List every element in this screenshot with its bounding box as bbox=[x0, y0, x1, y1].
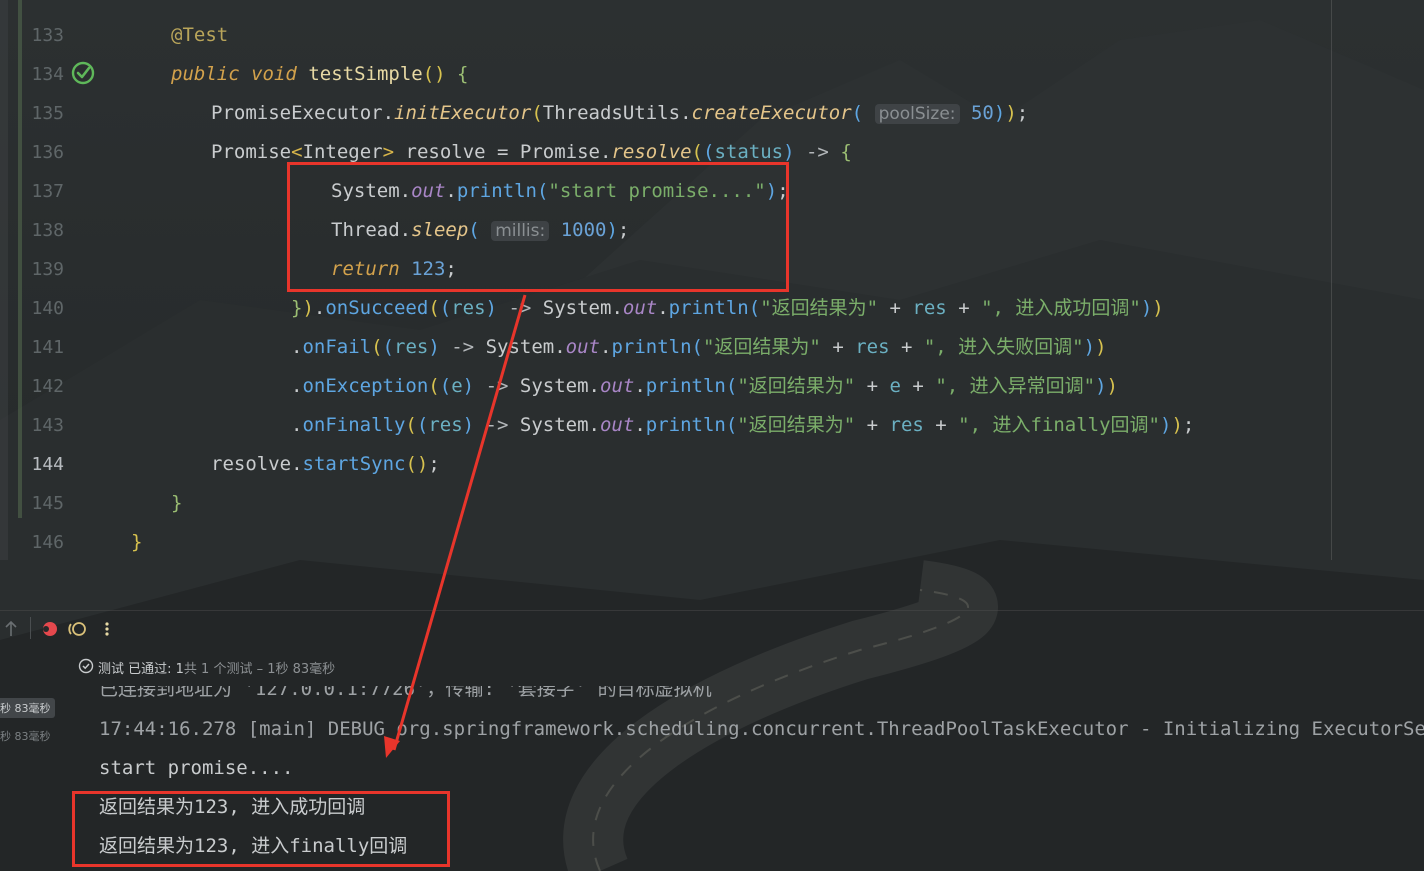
up-arrow-icon[interactable] bbox=[4, 617, 18, 641]
test-status-text: 测试 已通过: 1共 1 个测试 – 1秒 83毫秒 bbox=[98, 662, 336, 677]
console-line: 已连接到地址为 '127.0.0.1:7726'，传输: '套接字' 的目标虚拟… bbox=[99, 686, 712, 700]
code-line[interactable]: 146 } bbox=[0, 523, 1424, 562]
check-circle-icon bbox=[78, 658, 94, 674]
code-text: resolve.startSync(); bbox=[211, 453, 440, 475]
highlight-box-code bbox=[287, 162, 789, 292]
code-text: } bbox=[131, 531, 143, 553]
code-line[interactable]: 140 }).onSucceed((res) -> System.out.pri… bbox=[0, 289, 1424, 328]
test-status-bar: 测试 已通过: 1共 1 个测试 – 1秒 83毫秒 bbox=[0, 652, 1424, 682]
code-line[interactable]: 142 .onException((e) -> System.out.print… bbox=[0, 367, 1424, 406]
code-text: } bbox=[171, 492, 183, 514]
code-text: .onFinally((res) -> System.out.println("… bbox=[291, 414, 1195, 436]
line-number: 136 bbox=[31, 142, 64, 163]
code-text: }).onSucceed((res) -> System.out.println… bbox=[291, 297, 1164, 319]
code-text: .onFail((res) -> System.out.println("返回结… bbox=[291, 336, 1107, 358]
line-number: 133 bbox=[31, 25, 64, 46]
code-line[interactable]: 135 PromiseExecutor.initExecutor(Threads… bbox=[0, 94, 1424, 133]
line-number: 141 bbox=[31, 337, 64, 358]
annotation-token: @Test bbox=[171, 24, 229, 46]
code-line[interactable]: 141 .onFail((res) -> System.out.println(… bbox=[0, 328, 1424, 367]
param-hint: poolSize: bbox=[874, 104, 960, 124]
record-stop-icon[interactable] bbox=[40, 617, 60, 641]
code-line[interactable]: 133 @Test bbox=[0, 16, 1424, 55]
console-line: start promise.... bbox=[99, 757, 294, 779]
code-line-current[interactable]: 144 resolve.startSync(); bbox=[0, 445, 1424, 484]
test-passed-icon[interactable] bbox=[70, 60, 96, 86]
line-number: 140 bbox=[31, 298, 64, 319]
code-text: PromiseExecutor.initExecutor(ThreadsUtil… bbox=[211, 102, 1029, 124]
line-number: 139 bbox=[31, 259, 64, 280]
more-options-icon[interactable] bbox=[100, 617, 114, 641]
line-number: 144 bbox=[31, 454, 64, 475]
run-toolbar bbox=[0, 610, 1424, 647]
line-number: 135 bbox=[31, 103, 64, 124]
line-number: 142 bbox=[31, 376, 64, 397]
line-number: 134 bbox=[31, 64, 64, 85]
rerun-icon[interactable] bbox=[68, 617, 88, 641]
highlight-box-output bbox=[72, 791, 450, 867]
code-text: .onException((e) -> System.out.println("… bbox=[291, 375, 1118, 397]
line-number: 145 bbox=[31, 493, 64, 514]
line-number: 138 bbox=[31, 220, 64, 241]
toolbar-separator bbox=[30, 617, 31, 639]
line-number: 146 bbox=[31, 532, 64, 553]
code-line[interactable]: 143 .onFinally((res) -> System.out.print… bbox=[0, 406, 1424, 445]
line-number: 143 bbox=[31, 415, 64, 436]
code-text: public void testSimple() { bbox=[171, 63, 469, 85]
line-number: 137 bbox=[31, 181, 64, 202]
code-line[interactable]: 134 public void testSimple() { bbox=[0, 55, 1424, 94]
console-line: 17:44:16.278 [main] DEBUG org.springfram… bbox=[99, 718, 1424, 740]
code-line[interactable]: 145 } bbox=[0, 484, 1424, 523]
